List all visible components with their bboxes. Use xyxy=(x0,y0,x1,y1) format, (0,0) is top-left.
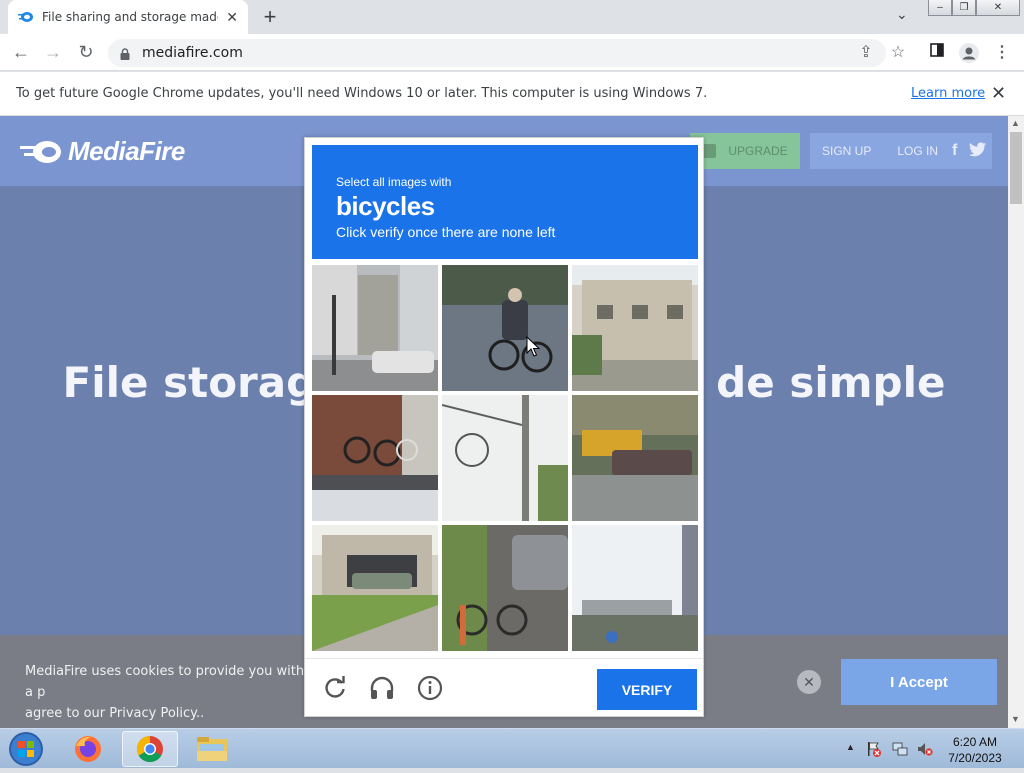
volume-muted-icon[interactable] xyxy=(917,741,933,757)
forward-arrow-icon[interactable]: → xyxy=(42,42,64,64)
infobar-close-icon[interactable]: ✕ xyxy=(991,83,1006,104)
captcha-tile-2[interactable] xyxy=(442,265,568,391)
captcha-tile-4[interactable] xyxy=(312,395,438,521)
close-window-button[interactable]: ✕ xyxy=(976,0,1020,16)
clock-date: 7/20/2023 xyxy=(948,751,1002,765)
clock-time: 6:20 AM xyxy=(952,735,998,749)
tab-mediafire[interactable]: File sharing and storage made simple ✕ xyxy=(8,0,248,34)
tab-strip: File sharing and storage made simple ✕ +… xyxy=(0,0,1024,34)
upgrade-button[interactable]: UPGRADE xyxy=(690,133,800,169)
mouse-cursor-icon xyxy=(526,335,541,358)
taskbar-explorer[interactable] xyxy=(184,731,240,767)
captcha-footer: VERIFY xyxy=(305,658,703,716)
url-text: mediafire.com xyxy=(142,45,243,61)
captcha-subinstruction: Click verify once there are none left xyxy=(336,224,556,240)
upgrade-label: UPGRADE xyxy=(728,144,788,158)
cookie-line-1: MediaFire uses cookies to provide you wi… xyxy=(25,664,305,700)
hero-right-text: de simple xyxy=(716,358,946,407)
firefox-icon xyxy=(75,736,101,762)
info-icon[interactable] xyxy=(417,675,443,701)
accept-cookies-button[interactable]: I Accept xyxy=(841,659,997,705)
captcha-dialog: Select all images with bicycles Click ve… xyxy=(304,137,704,717)
mediafire-flame-icon xyxy=(20,140,61,163)
mediafire-favicon-icon xyxy=(18,9,34,25)
cookie-message: MediaFire uses cookies to provide you wi… xyxy=(25,661,315,724)
page-scrollbar[interactable]: ▲ ▼ xyxy=(1008,116,1024,728)
action-center-flag-icon[interactable] xyxy=(866,741,882,757)
captcha-instruction: Select all images with xyxy=(336,175,452,189)
side-panel-icon[interactable] xyxy=(927,43,947,63)
scrollbar-thumb[interactable] xyxy=(1010,132,1022,204)
windows-taskbar: ▲ 6:20 AM 7/20/2023 xyxy=(0,728,1024,768)
start-button[interactable] xyxy=(6,730,46,768)
show-hidden-icons-arrow-icon[interactable]: ▲ xyxy=(846,742,855,752)
infobar-message: To get future Google Chrome updates, you… xyxy=(16,86,708,101)
share-icon[interactable]: ⇪ xyxy=(856,43,876,63)
scroll-down-arrow-icon[interactable]: ▼ xyxy=(1011,714,1020,724)
captcha-tile-1[interactable] xyxy=(312,265,438,391)
chrome-update-infobar: To get future Google Chrome updates, you… xyxy=(0,72,1024,116)
taskbar-firefox[interactable] xyxy=(60,731,116,767)
captcha-image-grid xyxy=(312,265,698,651)
account-nav: SIGN UP LOG IN f xyxy=(810,133,992,169)
twitter-icon[interactable] xyxy=(969,142,987,160)
taskbar-chrome[interactable] xyxy=(122,731,178,767)
logo-text: MediaFire xyxy=(68,136,185,166)
upgrade-icon xyxy=(702,144,717,158)
reload-icon[interactable]: ↻ xyxy=(75,42,97,64)
verify-button[interactable]: VERIFY xyxy=(597,669,697,710)
tab-close-icon[interactable]: ✕ xyxy=(226,9,238,26)
tab-title: File sharing and storage made simple xyxy=(42,10,218,24)
log-in-link[interactable]: LOG IN xyxy=(897,144,938,158)
windows-logo-icon xyxy=(9,732,43,766)
captcha-tile-7[interactable] xyxy=(312,525,438,651)
captcha-tile-8[interactable] xyxy=(442,525,568,651)
folder-icon xyxy=(197,737,227,761)
lock-icon xyxy=(120,47,130,60)
browser-toolbar: ← → ↻ mediafire.com ⇪ ☆ ⋮ xyxy=(0,34,1024,71)
restore-window-button[interactable]: ❐ xyxy=(952,0,976,16)
menu-kebab-icon[interactable]: ⋮ xyxy=(992,43,1012,63)
captcha-tile-5[interactable] xyxy=(442,395,568,521)
cookie-line-2: agree to our Privacy Policy.. xyxy=(25,706,205,721)
learn-more-link[interactable]: Learn more xyxy=(911,86,985,101)
captcha-header: Select all images with bicycles Click ve… xyxy=(312,145,698,259)
captcha-tile-6[interactable] xyxy=(572,395,698,521)
facebook-icon[interactable]: f xyxy=(952,142,957,160)
system-clock[interactable]: 6:20 AM 7/20/2023 xyxy=(944,734,1006,766)
address-bar[interactable]: mediafire.com xyxy=(108,39,886,67)
cookie-close-icon[interactable]: ✕ xyxy=(797,670,821,694)
captcha-tile-9[interactable] xyxy=(572,525,698,651)
captcha-tile-3[interactable] xyxy=(572,265,698,391)
chrome-icon xyxy=(136,735,163,763)
profile-avatar-icon[interactable] xyxy=(959,43,979,63)
minimize-window-button[interactable]: – xyxy=(928,0,952,16)
back-arrow-icon[interactable]: ← xyxy=(10,42,32,64)
new-tab-button[interactable]: + xyxy=(258,4,282,30)
reload-challenge-icon[interactable] xyxy=(322,675,348,701)
mediafire-logo[interactable]: MediaFire xyxy=(20,136,185,167)
hero-left-text: File storag xyxy=(62,358,317,407)
audio-challenge-headphones-icon[interactable] xyxy=(369,675,395,701)
tab-search-chevron-icon[interactable]: ⌄ xyxy=(896,6,908,23)
captcha-target: bicycles xyxy=(336,191,435,221)
bookmark-star-icon[interactable]: ☆ xyxy=(888,43,908,63)
scroll-up-arrow-icon[interactable]: ▲ xyxy=(1011,118,1020,128)
sign-up-link[interactable]: SIGN UP xyxy=(822,144,871,158)
network-icon[interactable] xyxy=(892,741,908,757)
